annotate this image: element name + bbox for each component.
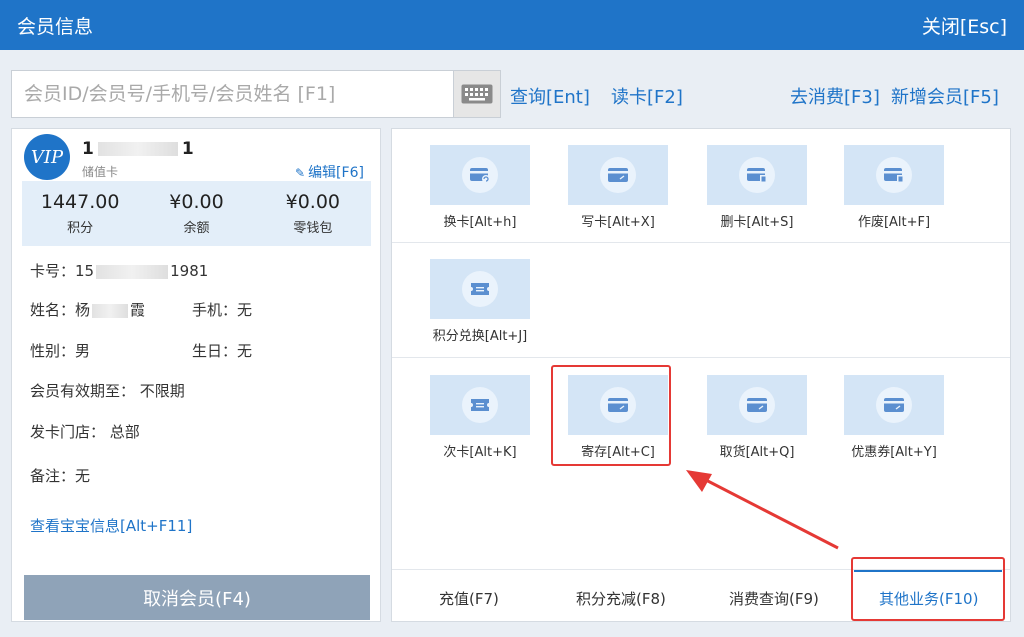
annotation-arrow bbox=[686, 470, 839, 550]
